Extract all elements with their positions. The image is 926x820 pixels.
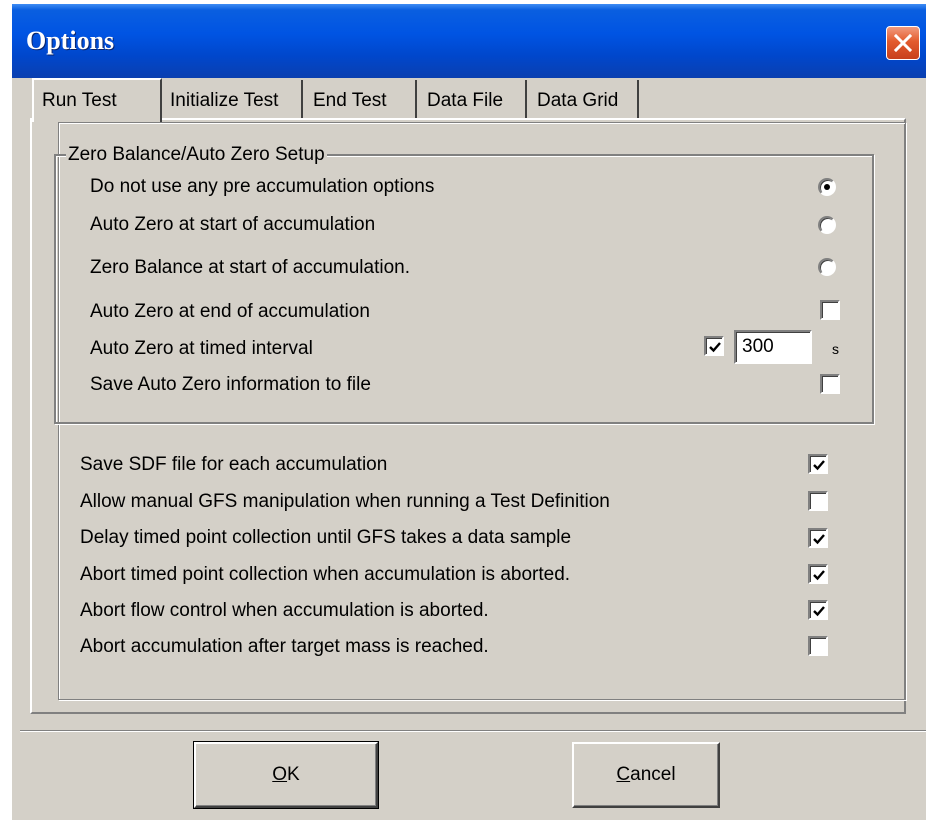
allow-manual-gfs-checkbox[interactable] xyxy=(808,491,828,511)
save-sdf-label: Save SDF file for each accumulation xyxy=(80,454,388,475)
checkmark-icon xyxy=(813,570,825,581)
tab-data-grid[interactable]: Data Grid xyxy=(531,80,639,120)
abort-flow-control-checkbox[interactable] xyxy=(808,600,828,620)
abort-flow-control-label: Abort flow control when accumulation is … xyxy=(80,600,489,621)
checkmark-icon xyxy=(813,460,825,471)
auto-zero-timed-checkbox[interactable] xyxy=(704,336,724,356)
auto-zero-end-label: Auto Zero at end of accumulation xyxy=(90,301,370,322)
checkmark-icon xyxy=(813,534,825,545)
save-auto-zero-checkbox[interactable] xyxy=(820,374,840,394)
radio-label-auto-zero-start: Auto Zero at start of accumulation xyxy=(90,214,376,235)
save-auto-zero-label: Save Auto Zero information to file xyxy=(90,374,371,395)
radio-auto-zero-start[interactable] xyxy=(818,216,836,234)
abort-accumulation-label: Abort accumulation after target mass is … xyxy=(80,636,489,657)
delay-timed-point-label: Delay timed point collection until GFS t… xyxy=(80,527,572,548)
auto-zero-end-checkbox[interactable] xyxy=(820,300,840,320)
cancel-mnemonic: C xyxy=(616,764,631,785)
tab-run-test[interactable]: Run Test xyxy=(32,78,162,122)
checkmark-icon xyxy=(813,606,825,617)
tab-label: Initialize Test xyxy=(170,90,279,111)
delay-timed-point-checkbox[interactable] xyxy=(808,528,828,548)
auto-zero-interval-input[interactable] xyxy=(734,330,812,364)
close-button[interactable] xyxy=(886,26,920,60)
ok-label-rest: K xyxy=(287,764,300,785)
tab-data-file[interactable]: Data File xyxy=(421,80,527,120)
checkmark-icon xyxy=(709,342,721,353)
tab-initialize-test[interactable]: Initialize Test xyxy=(166,80,303,120)
title-bar[interactable]: Options xyxy=(12,4,926,78)
tab-label: Data Grid xyxy=(537,90,619,111)
abort-timed-point-label: Abort timed point collection when accumu… xyxy=(80,564,571,585)
cancel-label-rest: ancel xyxy=(630,764,676,785)
tab-label: Run Test xyxy=(42,90,117,111)
radio-no-pre-accumulation[interactable] xyxy=(818,178,836,196)
radio-label-no-pre-accumulation: Do not use any pre accumulation options xyxy=(90,176,435,197)
window-title: Options xyxy=(26,26,115,55)
abort-timed-point-checkbox[interactable] xyxy=(808,564,828,584)
radio-zero-balance-start[interactable] xyxy=(818,258,836,276)
close-icon xyxy=(894,34,912,52)
tab-label: Data File xyxy=(427,90,504,111)
save-sdf-checkbox[interactable] xyxy=(808,454,828,474)
button-separator xyxy=(20,730,926,732)
auto-zero-timed-label: Auto Zero at timed interval xyxy=(90,338,313,359)
interval-unit-label: s xyxy=(832,341,839,357)
radio-label-zero-balance-start: Zero Balance at start of accumulation. xyxy=(90,257,410,278)
allow-manual-gfs-label: Allow manual GFS manipulation when runni… xyxy=(80,491,610,512)
zero-balance-group-title: Zero Balance/Auto Zero Setup xyxy=(66,144,327,166)
abort-accumulation-checkbox[interactable] xyxy=(808,636,828,656)
tab-label: End Test xyxy=(313,90,387,111)
ok-mnemonic: O xyxy=(272,764,288,785)
options-dialog: Options Run Test Initialize Test End Tes… xyxy=(12,4,926,820)
tab-end-test[interactable]: End Test xyxy=(307,80,417,120)
ok-button[interactable]: OK xyxy=(193,741,379,809)
cancel-button[interactable]: Cancel xyxy=(572,742,720,808)
